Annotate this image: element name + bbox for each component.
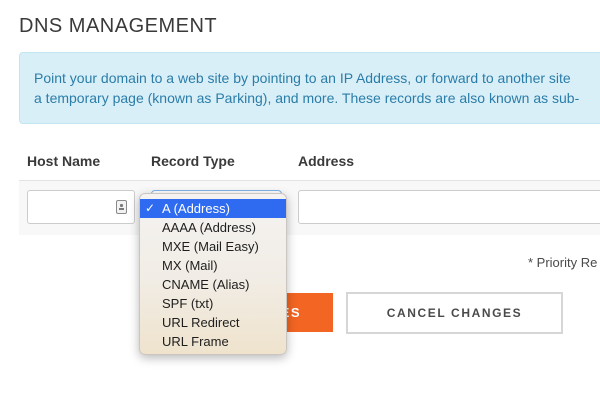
address-input[interactable] xyxy=(298,190,600,224)
host-name-input[interactable] xyxy=(27,190,135,224)
dropdown-option-mxe[interactable]: MXE (Mail Easy) xyxy=(140,237,286,256)
dropdown-option-label: CNAME (Alias) xyxy=(162,277,250,292)
dropdown-option-aaaa[interactable]: AAAA (Address) xyxy=(140,218,286,237)
dropdown-option-cname[interactable]: CNAME (Alias) xyxy=(140,275,286,294)
check-icon: ✓ xyxy=(145,201,156,215)
dropdown-option-label: SPF (txt) xyxy=(162,296,214,311)
dropdown-option-spf[interactable]: SPF (txt) xyxy=(140,294,286,313)
dropdown-option-label: AAAA (Address) xyxy=(162,220,256,235)
dropdown-option-label: MXE (Mail Easy) xyxy=(162,239,259,254)
page-title: DNS MANAGEMENT xyxy=(19,15,218,37)
dropdown-option-label: MX (Mail) xyxy=(162,258,218,273)
info-text-line-1: Point your domain to a web site by point… xyxy=(34,70,571,86)
column-header-record-type: Record Type xyxy=(151,153,235,169)
dropdown-option-url-redirect[interactable]: URL Redirect xyxy=(140,313,286,332)
dropdown-option-url-frame[interactable]: URL Frame xyxy=(140,332,286,351)
column-header-host-name: Host Name xyxy=(27,153,101,169)
record-type-dropdown-menu[interactable]: ✓ A (Address) AAAA (Address) MXE (Mail E… xyxy=(139,193,287,355)
dropdown-option-label: URL Redirect xyxy=(162,315,240,330)
dropdown-option-label: URL Frame xyxy=(162,334,229,349)
cancel-changes-button[interactable]: CANCEL CHANGES xyxy=(346,292,563,334)
column-header-address: Address xyxy=(298,153,355,169)
dropdown-option-label: A (Address) xyxy=(162,201,230,216)
dropdown-option-a[interactable]: ✓ A (Address) xyxy=(140,199,286,218)
contact-card-icon[interactable] xyxy=(116,200,127,214)
dropdown-option-mx[interactable]: MX (Mail) xyxy=(140,256,286,275)
priority-note: * Priority Re xyxy=(528,255,598,270)
info-box: Point your domain to a web site by point… xyxy=(19,52,600,124)
info-text-line-2: a temporary page (known as Parking), and… xyxy=(34,90,580,106)
dns-management-page: DNS MANAGEMENT Point your domain to a we… xyxy=(0,0,600,393)
